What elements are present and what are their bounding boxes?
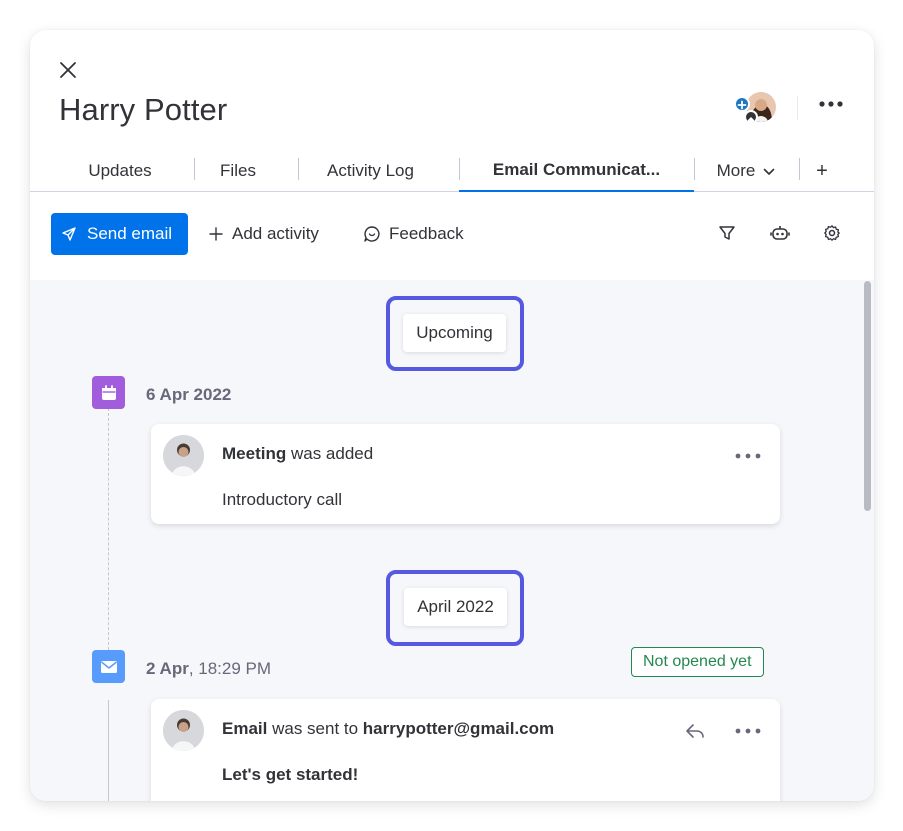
feedback-icon [363,225,381,243]
chevron-down-icon [763,161,775,181]
timeline-connector [108,700,109,801]
email-card[interactable]: Email was sent to harrypotter@gmail.com … [151,699,780,801]
filter-icon[interactable] [716,222,738,244]
divider [797,96,798,120]
add-activity-button[interactable]: Add activity [208,213,319,255]
entry-date: 6 Apr 2022 [146,385,232,404]
reply-icon[interactable] [684,720,706,742]
more-options-icon[interactable] [817,94,847,114]
meeting-card[interactable]: Meeting was added Introductory call [151,424,780,524]
more-options-icon[interactable] [734,723,764,739]
avatar [163,435,204,476]
subscribers-avatars[interactable] [734,90,778,126]
toolbar: Send email Add activity Feedback [30,192,874,280]
tab-separator [799,158,800,180]
plus-icon [208,226,224,242]
feedback-button[interactable]: Feedback [363,213,464,255]
group-label-april-2022: April 2022 [404,588,507,626]
calendar-icon [92,376,125,409]
tab-separator [298,158,299,180]
envelope-icon [92,650,125,683]
status-badge: Not opened yet [631,647,764,677]
card-title: Meeting was added [222,444,374,463]
timeline-connector [108,408,109,660]
page-title: Harry Potter [59,92,228,127]
gear-icon[interactable] [821,222,843,244]
tab-updates[interactable]: Updates [79,150,161,192]
tab-files[interactable]: Files [208,150,268,192]
tab-more[interactable]: More [708,150,784,192]
tab-separator [194,158,195,180]
scrollbar[interactable] [864,281,871,511]
send-icon [61,226,77,242]
card-title: Email was sent to harrypotter@gmail.com [222,719,555,738]
send-email-button[interactable]: Send email [51,213,188,255]
robot-icon[interactable] [769,222,791,244]
group-label-upcoming: Upcoming [403,314,506,352]
avatar [163,710,204,751]
item-panel: Harry Potter Updates Files Activity Log … [30,30,874,801]
email-subject: Let's get started! [222,765,359,784]
tab-bar: Updates Files Activity Log Email Communi… [30,150,874,192]
activity-feed: Upcoming 6 Apr 2022 Meeting was added In… [30,280,874,801]
close-icon[interactable] [56,58,80,82]
tab-separator [694,158,695,180]
home-icon [744,110,758,124]
tab-activity-log[interactable]: Activity Log [313,150,428,192]
more-options-icon[interactable] [734,448,764,464]
entry-date: 2 Apr, 18:29 PM [146,659,272,678]
card-body: Introductory call [222,490,342,509]
tab-email-communication[interactable]: Email Communicat... [459,150,694,192]
add-tab-button[interactable]: + [809,150,835,192]
